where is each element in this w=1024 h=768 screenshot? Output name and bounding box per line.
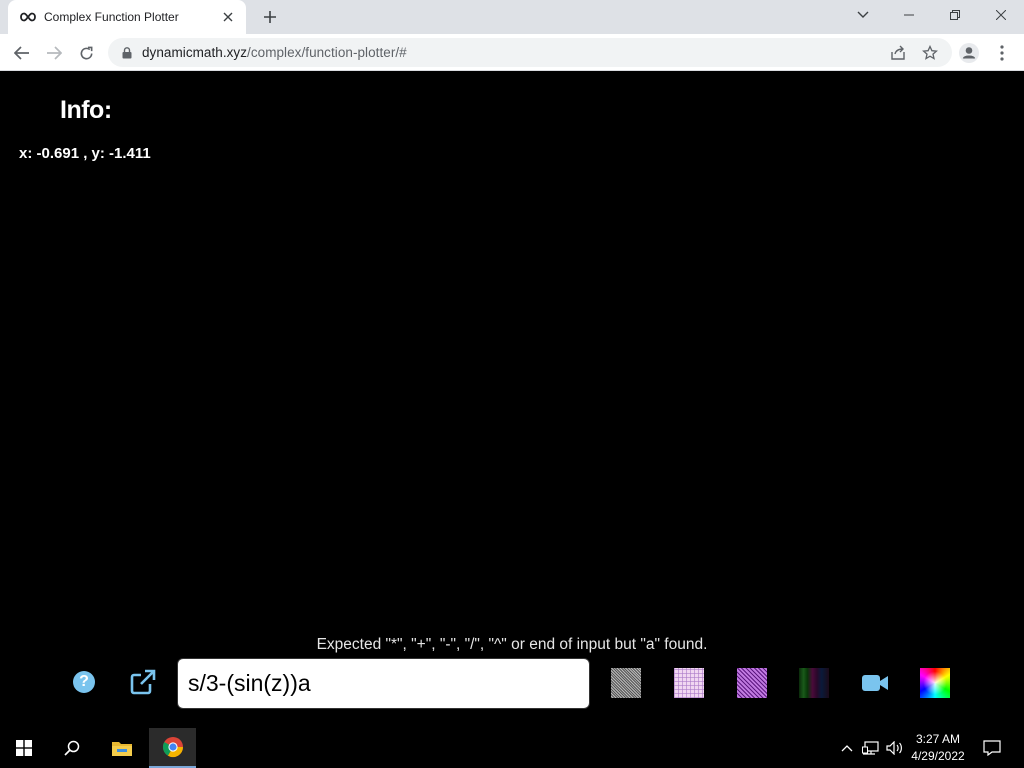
close-tab-icon[interactable]: [220, 9, 236, 25]
color-wheel-button[interactable]: [920, 668, 950, 698]
tab-title: Complex Function Plotter: [44, 10, 179, 24]
chevron-up-icon[interactable]: [838, 728, 856, 768]
purple-diamond-texture-button[interactable]: [737, 668, 767, 698]
forward-arrow-icon[interactable]: [40, 39, 68, 67]
function-expression-input[interactable]: [177, 658, 590, 709]
windows-taskbar: 3:27 AM 4/29/2022: [0, 728, 1024, 768]
clock-date: 4/29/2022: [911, 749, 965, 763]
reload-icon[interactable]: [72, 39, 100, 67]
address-bar[interactable]: dynamicmath.xyz/complex/function-plotter…: [108, 38, 952, 67]
minimize-button[interactable]: [886, 0, 932, 30]
info-title: Info:: [60, 96, 112, 124]
file-explorer-icon[interactable]: [98, 728, 146, 768]
plotter-canvas[interactable]: Info: x: -0.691 , y: -1.411 Expected "*"…: [0, 71, 1024, 728]
restore-button[interactable]: [932, 0, 978, 30]
gray-checker-texture-button[interactable]: [611, 668, 641, 698]
volume-icon[interactable]: [884, 728, 906, 768]
network-icon[interactable]: [860, 728, 882, 768]
parse-error-message: Expected "*", "+", "-", "/", "^" or end …: [316, 636, 708, 653]
browser-tab-strip: Complex Function Plotter: [0, 0, 1024, 34]
pink-grid-texture-button[interactable]: [674, 668, 704, 698]
kebab-menu-icon[interactable]: [988, 39, 1016, 67]
profile-avatar-icon[interactable]: [955, 39, 983, 67]
search-icon[interactable]: [48, 728, 96, 768]
lock-icon[interactable]: [120, 46, 134, 60]
browser-tab[interactable]: Complex Function Plotter: [8, 0, 246, 34]
close-window-button[interactable]: [978, 0, 1024, 30]
infinity-favicon-icon: [20, 9, 36, 25]
taskbar-clock[interactable]: 3:27 AM 4/29/2022: [905, 731, 971, 765]
url-path: /complex/function-plotter/#: [247, 45, 407, 60]
bookmark-star-icon[interactable]: [922, 45, 938, 61]
open-external-button[interactable]: [130, 669, 156, 695]
cursor-coordinates: x: -0.691 , y: -1.411: [19, 145, 151, 162]
browser-toolbar: dynamicmath.xyz/complex/function-plotter…: [0, 34, 1024, 71]
record-video-button[interactable]: [861, 670, 889, 696]
url-text: dynamicmath.xyz/complex/function-plotter…: [142, 45, 407, 60]
clock-time: 3:27 AM: [915, 732, 961, 746]
notification-icon[interactable]: [978, 728, 1006, 768]
dark-stripes-texture-button[interactable]: [799, 668, 829, 698]
windows-start-icon[interactable]: [0, 728, 48, 768]
url-host: dynamicmath.xyz: [142, 45, 248, 60]
help-icon: ?: [79, 673, 89, 690]
chrome-icon[interactable]: [149, 728, 196, 768]
video-camera-icon: [862, 675, 888, 691]
open-external-icon: [130, 669, 156, 695]
tab-search-chevron-icon[interactable]: [840, 0, 886, 30]
back-arrow-icon[interactable]: [8, 39, 36, 67]
help-button[interactable]: ?: [73, 671, 95, 693]
new-tab-button[interactable]: [258, 5, 282, 29]
share-icon[interactable]: [890, 45, 906, 61]
